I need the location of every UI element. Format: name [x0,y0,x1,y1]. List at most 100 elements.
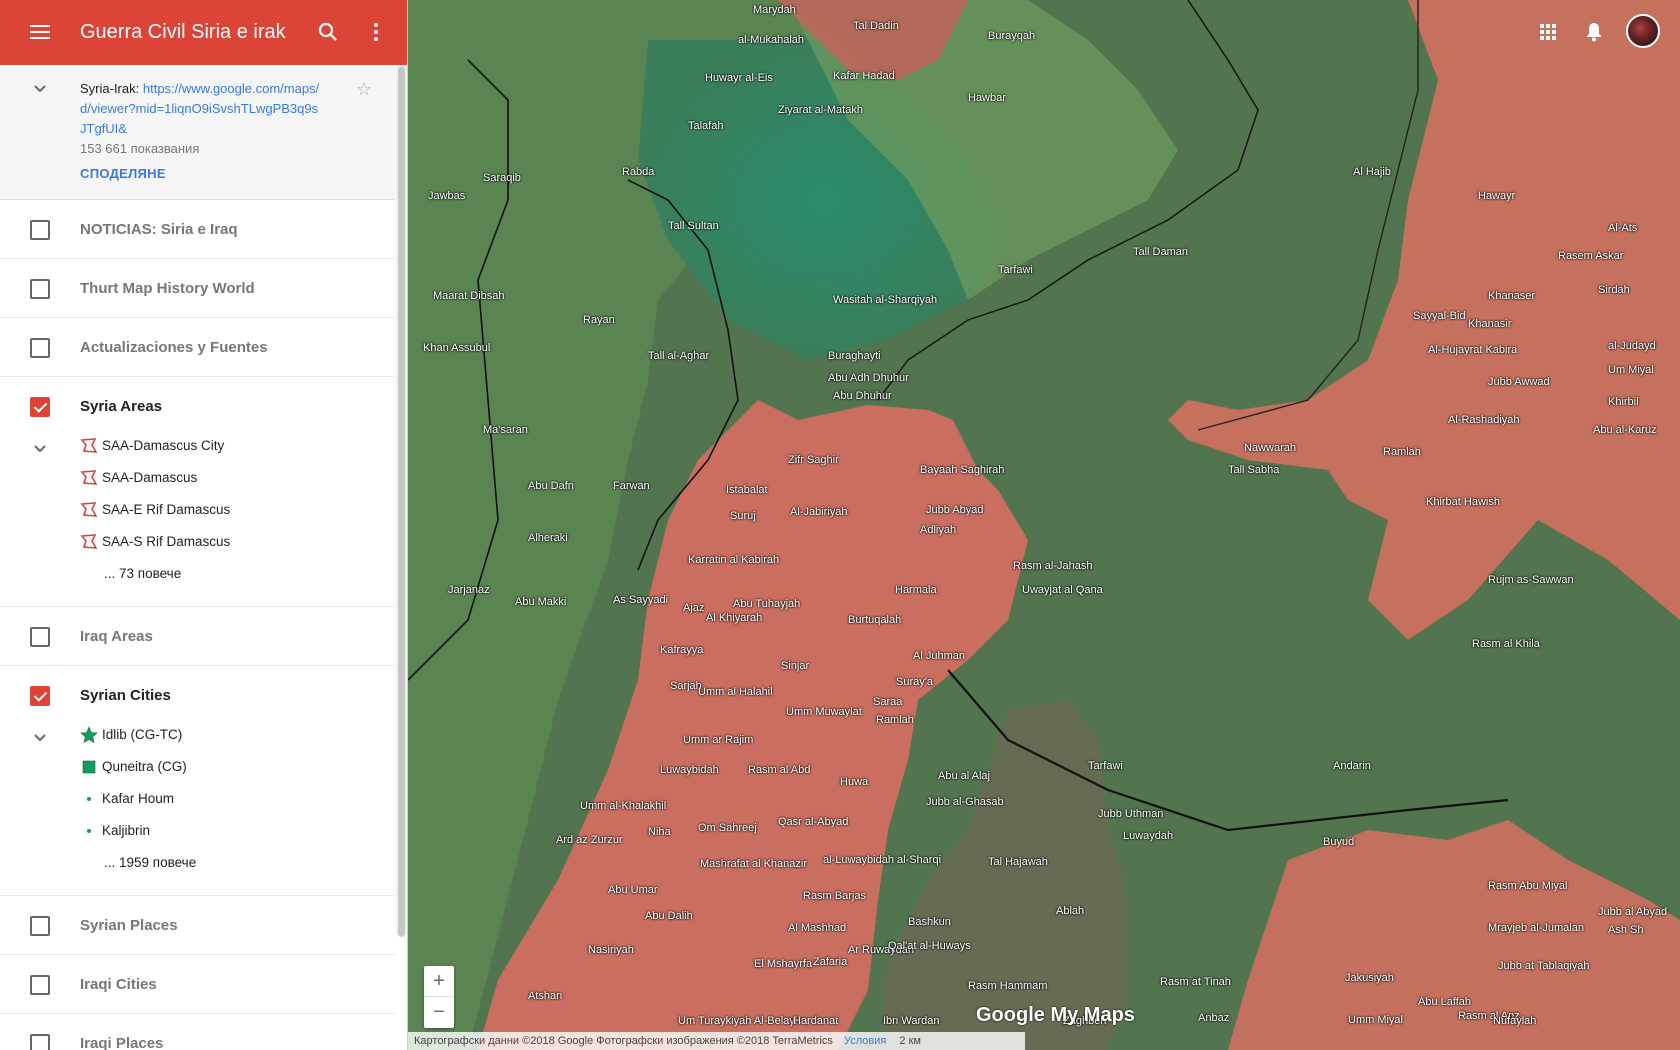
map-place-label[interactable]: Farwan [613,480,650,492]
map-place-label[interactable]: Rasm Barjas [803,890,866,902]
map-place-label[interactable]: Jubb al Abyad [1598,906,1667,918]
map-place-label[interactable]: Al-Jabiriyah [790,506,847,518]
map-place-label[interactable]: Saraa [873,696,902,708]
list-item[interactable]: Idlib (CG-TC) [80,724,182,746]
map-place-label[interactable]: Rasm al Abd [748,764,810,776]
list-item[interactable]: Quneitra (CG) [80,756,187,778]
layer-iraqi-cities[interactable]: Iraqi Cities [0,955,395,1014]
list-item[interactable]: Kaljibrin [80,820,150,842]
map-place-label[interactable]: Um Miyal [1608,364,1654,376]
map-place-label[interactable]: Al-Hujayrat Kabira [1428,344,1517,356]
list-item[interactable]: SAA-Damascus City [80,435,224,457]
map-place-label[interactable]: Tal Hajawah [988,856,1048,868]
map-place-label[interactable]: Ard az Zurzur [556,834,623,846]
sidebar-scrollbar[interactable] [396,65,407,937]
map-place-label[interactable]: Rasm at Tinah [1160,976,1231,988]
map-place-label[interactable]: Khanaser [1488,290,1535,302]
map-place-label[interactable]: Ablah [1056,905,1084,917]
layer-iraq-areas[interactable]: Iraq Areas [0,607,395,666]
map-place-label[interactable]: Hawbar [968,92,1006,104]
map-place-label[interactable]: Umm al Halahil [698,686,773,698]
map-place-label[interactable]: al-Judayd [1608,340,1656,352]
map-place-label[interactable]: Luwaydah [1123,830,1173,842]
map-place-label[interactable]: Abu Umar [608,884,658,896]
bell-icon[interactable] [1582,20,1606,44]
map-place-label[interactable]: Huwayr al-Eis [705,72,773,84]
map-place-label[interactable]: Ibn Wardan [883,1015,939,1027]
star-icon[interactable]: ☆ [356,79,372,100]
map-place-label[interactable]: Tall al-Aghar [648,350,709,362]
map-place-label[interactable]: Jawbas [428,190,465,202]
map-place-label[interactable]: Jubb Awwad [1488,376,1550,388]
map-place-label[interactable]: Om Sahreej [698,822,757,834]
map-place-label[interactable]: Jakusiyah [1345,972,1394,984]
more-items-link[interactable]: ... 1959 повече [104,852,196,874]
map-place-label[interactable]: Rasm Hammam [968,980,1047,992]
map-place-label[interactable]: Buyud [1323,836,1354,848]
map-place-label[interactable]: Nawwarah [1244,442,1296,454]
map-place-label[interactable]: Nufaylah [1493,1015,1536,1027]
map-place-label[interactable]: Abu Adh Dhuhur [828,372,909,384]
layer-checkbox[interactable] [30,1034,50,1050]
map-place-label[interactable]: Harmala [895,584,937,596]
map-place-label[interactable]: Jubb at Tablaqiyah [1498,960,1590,972]
map-place-label[interactable]: Kafar Hadad [833,70,895,82]
map-place-label[interactable]: Nasiriyah [588,944,634,956]
map-place-label[interactable]: Um Turaykiyah Al-Belayl [678,1015,797,1027]
map-place-label[interactable]: Huwa [840,776,868,788]
layer-noticias[interactable]: NOTICIAS: Siria e Iraq [0,200,395,259]
map-place-label[interactable]: Jubb Uthman [1098,808,1163,820]
list-item[interactable]: SAA-S Rif Damascus [80,531,230,553]
map-place-label[interactable]: Zifr Saghir [788,454,839,466]
chevron-down-icon[interactable] [30,728,50,748]
layer-checkbox[interactable] [30,686,50,706]
map-place-label[interactable]: Ajaz [683,602,704,614]
layer-thurt-map[interactable]: Thurt Map History World [0,259,395,318]
map-place-label[interactable]: Tall Daman [1133,246,1188,258]
map-place-label[interactable]: Alheraki [528,532,568,544]
map-canvas[interactable]: Marydah Tal Dadin al-Mukahalah Kafar Hadad B… [408,0,1680,1050]
map-place-label[interactable]: Hawayr [1478,190,1515,202]
layer-checkbox[interactable] [30,397,50,417]
layer-checkbox[interactable] [30,279,50,299]
map-place-label[interactable]: As Sayyadi [613,594,668,606]
layer-checkbox[interactable] [30,916,50,936]
map-place-label[interactable]: Zafaria [813,956,847,968]
map-place-label[interactable]: Rasm al-Jahash [1013,560,1092,572]
map-place-label[interactable]: Abu Dalih [645,910,693,922]
map-place-label[interactable]: Sirdah [1598,284,1630,296]
list-item[interactable]: SAA-Damascus [80,467,197,489]
map-place-label[interactable]: Maarat Dibsah [433,290,505,302]
more-items-link[interactable]: ... 73 повече [104,563,181,585]
map-place-label[interactable]: Tal Dadin [853,20,899,32]
map-place-label[interactable]: Tall Sultan [668,220,719,232]
layer-checkbox[interactable] [30,220,50,240]
map-place-label[interactable]: Jubb al-Ghasab [926,796,1004,808]
map-place-label[interactable]: Tarfawi [1088,760,1123,772]
layer-syrian-cities[interactable]: Syrian Cities Idlib (CG-TC) Quneitra (CG… [0,666,395,896]
map-place-label[interactable]: Luwaybidah [660,764,719,776]
map-place-label[interactable]: Kafrayya [660,644,703,656]
apps-grid-icon[interactable] [1536,20,1560,44]
map-place-label[interactable]: Rayan [583,314,615,326]
map-place-label[interactable]: Tarfawi [998,264,1033,276]
map-place-label[interactable]: Ash Sh [1608,924,1643,936]
avatar[interactable] [1626,14,1660,48]
map-place-label[interactable]: Sinjar [781,660,809,672]
list-item[interactable]: Kafar Houm [80,788,174,810]
map-place-label[interactable]: Marydah [753,4,796,16]
map-place-label[interactable]: Khirbil [1608,396,1639,408]
map-place-label[interactable]: Ramlah [876,714,914,726]
layer-checkbox[interactable] [30,627,50,647]
more-vert-icon[interactable] [364,20,388,44]
map-place-label[interactable]: Al-Rashadiyah [1448,414,1520,426]
map-place-label[interactable]: Rasem Askar [1558,250,1623,262]
zoom-in-button[interactable]: + [424,966,454,997]
map-place-label[interactable]: Al Hajib [1353,166,1391,178]
map-place-label[interactable]: Rabda [622,166,654,178]
layer-syrian-places[interactable]: Syrian Places [0,896,395,955]
menu-icon[interactable] [28,20,52,44]
map-place-label[interactable]: Al Juhman [913,650,965,662]
map-place-label[interactable]: Abu Tuhayjah [733,598,800,610]
map-place-label[interactable]: Bashkun [908,916,951,928]
